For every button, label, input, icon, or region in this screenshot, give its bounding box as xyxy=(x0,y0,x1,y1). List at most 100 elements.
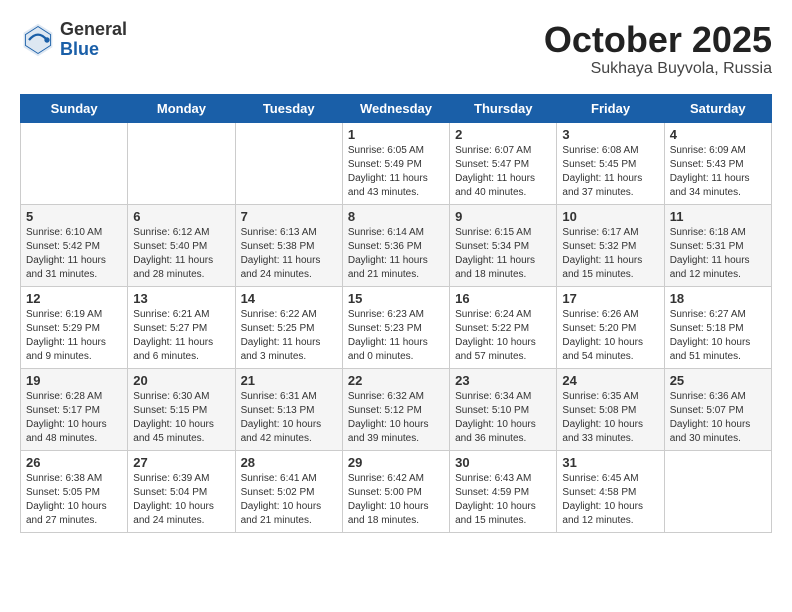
day-info: Sunrise: 6:22 AM Sunset: 5:25 PM Dayligh… xyxy=(241,308,337,364)
day-number: 1 xyxy=(348,127,444,142)
day-cell: 14 Sunrise: 6:22 AM Sunset: 5:25 PM Dayli… xyxy=(235,286,342,368)
weekday-header-thursday: Thursday xyxy=(450,94,557,122)
day-number: 30 xyxy=(455,455,551,470)
month-title: October 2025 xyxy=(544,20,772,60)
day-info: Sunrise: 6:14 AM Sunset: 5:36 PM Dayligh… xyxy=(348,226,444,282)
day-cell: 29 Sunrise: 6:42 AM Sunset: 5:00 PM Dayli… xyxy=(342,450,449,532)
day-info: Sunrise: 6:39 AM Sunset: 5:04 PM Dayligh… xyxy=(133,472,229,528)
day-number: 23 xyxy=(455,373,551,388)
day-info: Sunrise: 6:34 AM Sunset: 5:10 PM Dayligh… xyxy=(455,390,551,446)
day-info: Sunrise: 6:32 AM Sunset: 5:12 PM Dayligh… xyxy=(348,390,444,446)
day-info: Sunrise: 6:28 AM Sunset: 5:17 PM Dayligh… xyxy=(26,390,122,446)
day-cell xyxy=(235,122,342,204)
header: General Blue October 2025 Sukhaya Buyvol… xyxy=(20,20,772,78)
day-cell: 17 Sunrise: 6:26 AM Sunset: 5:20 PM Dayli… xyxy=(557,286,664,368)
day-info: Sunrise: 6:41 AM Sunset: 5:02 PM Dayligh… xyxy=(241,472,337,528)
day-number: 13 xyxy=(133,291,229,306)
day-number: 22 xyxy=(348,373,444,388)
day-number: 31 xyxy=(562,455,658,470)
day-cell: 19 Sunrise: 6:28 AM Sunset: 5:17 PM Dayli… xyxy=(21,368,128,450)
day-info: Sunrise: 6:10 AM Sunset: 5:42 PM Dayligh… xyxy=(26,226,122,282)
day-info: Sunrise: 6:05 AM Sunset: 5:49 PM Dayligh… xyxy=(348,144,444,200)
day-cell: 11 Sunrise: 6:18 AM Sunset: 5:31 PM Dayli… xyxy=(664,204,771,286)
day-cell: 9 Sunrise: 6:15 AM Sunset: 5:34 PM Daylig… xyxy=(450,204,557,286)
logo-text: General Blue xyxy=(60,20,127,60)
day-info: Sunrise: 6:13 AM Sunset: 5:38 PM Dayligh… xyxy=(241,226,337,282)
day-info: Sunrise: 6:18 AM Sunset: 5:31 PM Dayligh… xyxy=(670,226,766,282)
day-number: 19 xyxy=(26,373,122,388)
day-cell: 25 Sunrise: 6:36 AM Sunset: 5:07 PM Dayli… xyxy=(664,368,771,450)
day-cell: 31 Sunrise: 6:45 AM Sunset: 4:58 PM Dayli… xyxy=(557,450,664,532)
day-info: Sunrise: 6:08 AM Sunset: 5:45 PM Dayligh… xyxy=(562,144,658,200)
week-row-5: 26 Sunrise: 6:38 AM Sunset: 5:05 PM Dayli… xyxy=(21,450,772,532)
title-area: October 2025 Sukhaya Buyvola, Russia xyxy=(544,20,772,78)
day-info: Sunrise: 6:23 AM Sunset: 5:23 PM Dayligh… xyxy=(348,308,444,364)
day-cell: 13 Sunrise: 6:21 AM Sunset: 5:27 PM Dayli… xyxy=(128,286,235,368)
day-number: 4 xyxy=(670,127,766,142)
day-info: Sunrise: 6:21 AM Sunset: 5:27 PM Dayligh… xyxy=(133,308,229,364)
day-cell: 28Sunrise: 6:41 AM Sunset: 5:02 PM Dayli… xyxy=(235,450,342,532)
logo: General Blue xyxy=(20,20,127,60)
day-number: 24 xyxy=(562,373,658,388)
day-info: Sunrise: 6:17 AM Sunset: 5:32 PM Dayligh… xyxy=(562,226,658,282)
logo-general: General xyxy=(60,20,127,40)
day-cell: 5Sunrise: 6:10 AM Sunset: 5:42 PM Daylig… xyxy=(21,204,128,286)
day-number: 10 xyxy=(562,209,658,224)
day-cell: 30 Sunrise: 6:43 AM Sunset: 4:59 PM Dayli… xyxy=(450,450,557,532)
day-info: Sunrise: 6:07 AM Sunset: 5:47 PM Dayligh… xyxy=(455,144,551,200)
day-info: Sunrise: 6:42 AM Sunset: 5:00 PM Dayligh… xyxy=(348,472,444,528)
day-info: Sunrise: 6:30 AM Sunset: 5:15 PM Dayligh… xyxy=(133,390,229,446)
calendar-table: SundayMondayTuesdayWednesdayThursdayFrid… xyxy=(20,94,772,533)
day-info: Sunrise: 6:26 AM Sunset: 5:20 PM Dayligh… xyxy=(562,308,658,364)
week-row-1: 1 Sunrise: 6:05 AM Sunset: 5:49 PM Daylig… xyxy=(21,122,772,204)
day-number: 15 xyxy=(348,291,444,306)
day-number: 9 xyxy=(455,209,551,224)
day-number: 21 xyxy=(241,373,337,388)
day-number: 2 xyxy=(455,127,551,142)
day-number: 17 xyxy=(562,291,658,306)
day-number: 12 xyxy=(26,291,122,306)
day-cell: 15 Sunrise: 6:23 AM Sunset: 5:23 PM Dayli… xyxy=(342,286,449,368)
day-cell: 2 Sunrise: 6:07 AM Sunset: 5:47 PM Daylig… xyxy=(450,122,557,204)
day-number: 25 xyxy=(670,373,766,388)
weekday-header-sunday: Sunday xyxy=(21,94,128,122)
day-number: 26 xyxy=(26,455,122,470)
day-cell: 7 Sunrise: 6:13 AM Sunset: 5:38 PM Daylig… xyxy=(235,204,342,286)
day-number: 7 xyxy=(241,209,337,224)
day-cell xyxy=(664,450,771,532)
day-cell xyxy=(128,122,235,204)
day-cell: 6 Sunrise: 6:12 AM Sunset: 5:40 PM Daylig… xyxy=(128,204,235,286)
day-number: 6 xyxy=(133,209,229,224)
day-cell xyxy=(21,122,128,204)
day-number: 20 xyxy=(133,373,229,388)
day-cell: 16Sunrise: 6:24 AM Sunset: 5:22 PM Dayli… xyxy=(450,286,557,368)
day-info: Sunrise: 6:19 AM Sunset: 5:29 PM Dayligh… xyxy=(26,308,122,364)
weekday-header-tuesday: Tuesday xyxy=(235,94,342,122)
day-number: 27 xyxy=(133,455,229,470)
logo-icon xyxy=(20,22,56,58)
day-number: 18 xyxy=(670,291,766,306)
day-info: Sunrise: 6:36 AM Sunset: 5:07 PM Dayligh… xyxy=(670,390,766,446)
logo-blue: Blue xyxy=(60,40,127,60)
day-info: Sunrise: 6:38 AM Sunset: 5:05 PM Dayligh… xyxy=(26,472,122,528)
day-info: Sunrise: 6:09 AM Sunset: 5:43 PM Dayligh… xyxy=(670,144,766,200)
day-number: 3 xyxy=(562,127,658,142)
day-number: 14 xyxy=(241,291,337,306)
day-cell: 27 Sunrise: 6:39 AM Sunset: 5:04 PM Dayli… xyxy=(128,450,235,532)
day-info: Sunrise: 6:35 AM Sunset: 5:08 PM Dayligh… xyxy=(562,390,658,446)
day-number: 29 xyxy=(348,455,444,470)
day-cell: 4 Sunrise: 6:09 AM Sunset: 5:43 PM Daylig… xyxy=(664,122,771,204)
weekday-header-friday: Friday xyxy=(557,94,664,122)
day-cell: 20 Sunrise: 6:30 AM Sunset: 5:15 PM Dayli… xyxy=(128,368,235,450)
day-info: Sunrise: 6:12 AM Sunset: 5:40 PM Dayligh… xyxy=(133,226,229,282)
day-number: 11 xyxy=(670,209,766,224)
day-cell: 26 Sunrise: 6:38 AM Sunset: 5:05 PM Dayli… xyxy=(21,450,128,532)
week-row-3: 12 Sunrise: 6:19 AM Sunset: 5:29 PM Dayli… xyxy=(21,286,772,368)
day-info: Sunrise: 6:45 AM Sunset: 4:58 PM Dayligh… xyxy=(562,472,658,528)
week-row-2: 5Sunrise: 6:10 AM Sunset: 5:42 PM Daylig… xyxy=(21,204,772,286)
day-info: Sunrise: 6:31 AM Sunset: 5:13 PM Dayligh… xyxy=(241,390,337,446)
day-info: Sunrise: 6:15 AM Sunset: 5:34 PM Dayligh… xyxy=(455,226,551,282)
weekday-header-row: SundayMondayTuesdayWednesdayThursdayFrid… xyxy=(21,94,772,122)
day-cell: 3 Sunrise: 6:08 AM Sunset: 5:45 PM Daylig… xyxy=(557,122,664,204)
day-info: Sunrise: 6:43 AM Sunset: 4:59 PM Dayligh… xyxy=(455,472,551,528)
